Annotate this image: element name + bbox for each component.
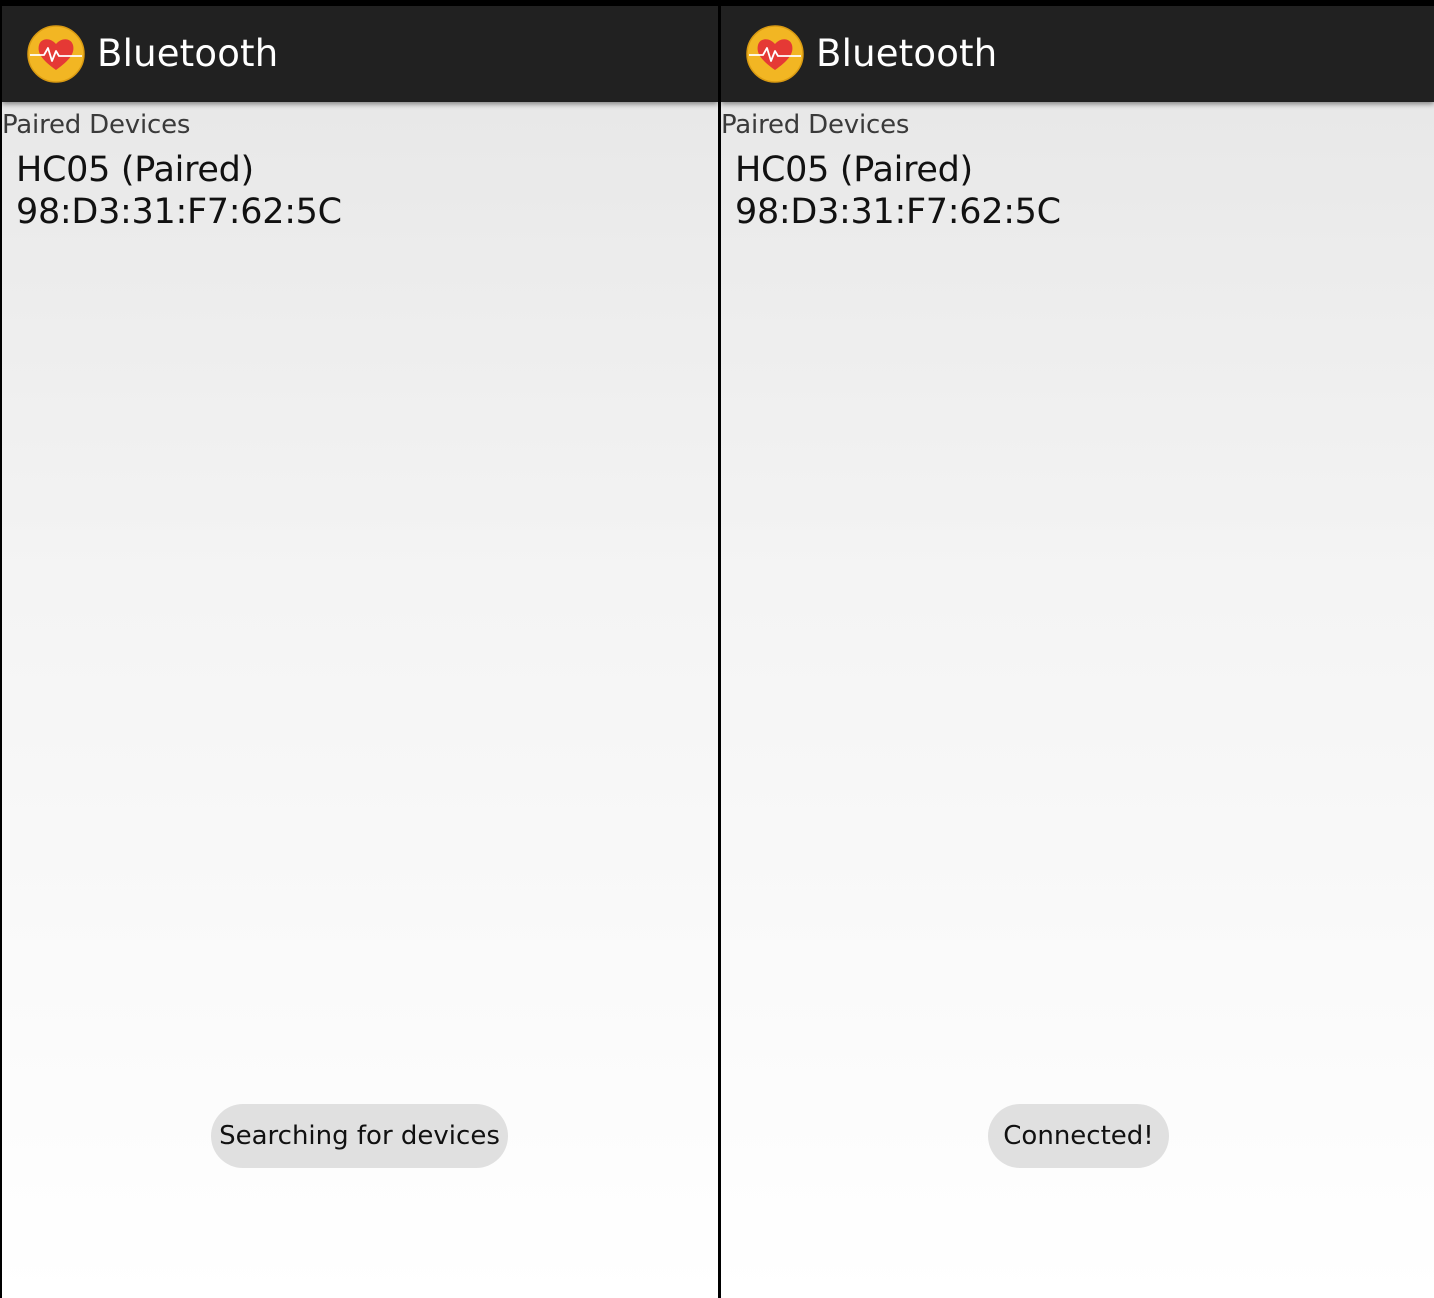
screen-connected: Bluetooth Paired Devices HC05 (Paired) 9…	[721, 6, 1434, 1298]
heart-pulse-icon	[27, 25, 85, 83]
screen-searching: Bluetooth Paired Devices HC05 (Paired) 9…	[2, 6, 718, 1298]
heart-pulse-icon	[746, 25, 804, 83]
screenshot-pair: Bluetooth Paired Devices HC05 (Paired) 9…	[0, 0, 1434, 1298]
device-name: HC05 (Paired)	[735, 150, 973, 190]
app-bar: Bluetooth	[721, 6, 1434, 102]
device-name: HC05 (Paired)	[16, 150, 254, 190]
paired-devices-header: Paired Devices	[721, 110, 910, 140]
toast-message: Connected!	[988, 1104, 1169, 1168]
app-bar: Bluetooth	[2, 6, 718, 102]
device-list-item[interactable]: HC05 (Paired) 98:D3:31:F7:62:5C	[2, 146, 718, 240]
toast-message: Searching for devices	[211, 1104, 508, 1168]
app-title: Bluetooth	[816, 32, 998, 75]
app-title: Bluetooth	[97, 32, 279, 75]
device-address: 98:D3:31:F7:62:5C	[735, 192, 1061, 232]
device-list-item[interactable]: HC05 (Paired) 98:D3:31:F7:62:5C	[721, 146, 1434, 240]
paired-devices-header: Paired Devices	[2, 110, 191, 140]
device-address: 98:D3:31:F7:62:5C	[16, 192, 342, 232]
